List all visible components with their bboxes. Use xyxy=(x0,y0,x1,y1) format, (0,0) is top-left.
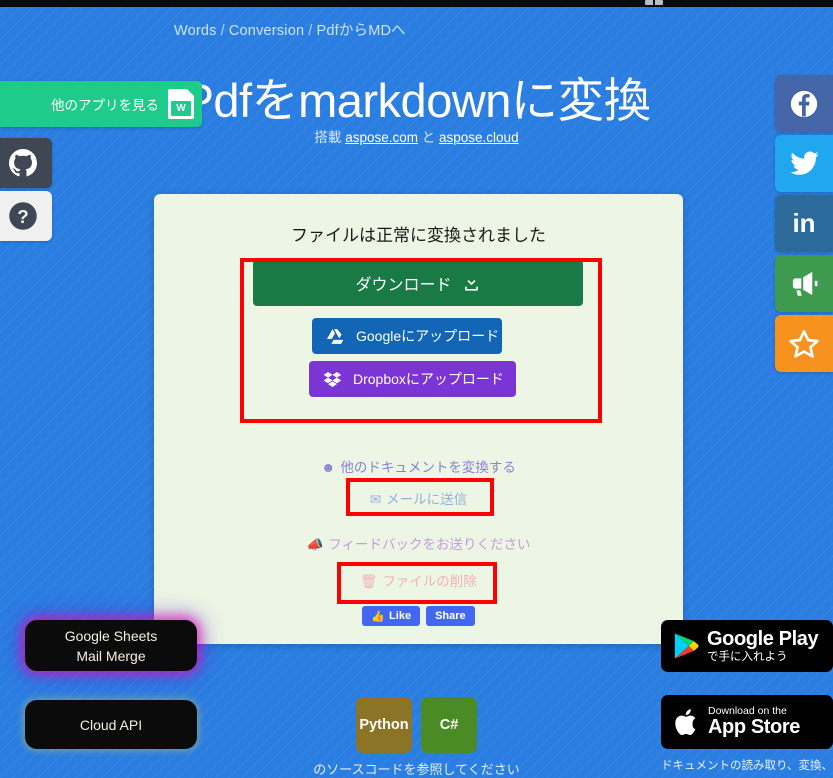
other-apps-label: 他のアプリを見る xyxy=(51,98,159,113)
twitter-icon xyxy=(789,151,819,175)
convert-other-label: 他のドキュメントを変換する xyxy=(340,460,516,475)
page-subtitle: 搭載 aspose.com と aspose.cloud xyxy=(0,126,833,146)
app-store-big-label: App Store xyxy=(708,715,800,738)
google-play-text: Google Play で手に入れよう xyxy=(707,628,819,663)
facebook-social-buttons: 👍 Like Share xyxy=(154,606,683,626)
google-play-big-label: Google Play xyxy=(707,628,819,650)
apple-icon xyxy=(675,708,696,735)
python-source-button[interactable]: Python xyxy=(356,697,412,753)
feedback-label: フィードバックをお送りください xyxy=(328,537,531,552)
github-icon xyxy=(9,149,37,177)
subtitle-prefix: 搭載 xyxy=(314,130,342,145)
csharp-source-button[interactable]: C# xyxy=(421,697,477,753)
app-store-badge[interactable]: Download on the App Store xyxy=(661,695,833,749)
facebook-share-small-button[interactable]: Share xyxy=(426,606,475,626)
breadcrumb-item-words[interactable]: Words xyxy=(174,23,217,39)
browser-chrome-strip xyxy=(0,0,833,7)
announcement-button[interactable] xyxy=(775,255,833,312)
google-sheets-mail-merge-pill[interactable]: Google Sheets Mail Merge xyxy=(25,620,197,671)
app-store-text: Download on the App Store xyxy=(708,705,800,739)
breadcrumb-item-conversion[interactable]: Conversion xyxy=(229,23,304,39)
csharp-label: C# xyxy=(439,717,459,733)
word-document-icon: W xyxy=(168,89,194,119)
linkedin-icon: in xyxy=(792,208,816,238)
svg-text:?: ? xyxy=(17,206,28,227)
github-button[interactable] xyxy=(0,138,52,188)
thumbs-up-icon: 👍 xyxy=(371,610,386,623)
smiley-face-icon: ☻ xyxy=(321,460,336,475)
facebook-share-button[interactable] xyxy=(775,75,833,132)
social-share-rail: in xyxy=(775,75,833,375)
megaphone-icon xyxy=(792,271,817,296)
chrome-fragment-icon xyxy=(645,0,663,5)
bottom-caption: ドキュメントの読み取り、変換、マージ、分 xyxy=(661,760,833,772)
pill-sheets-line1: Google Sheets xyxy=(64,627,158,644)
google-play-small-label: で手に入れよう xyxy=(707,650,788,663)
aspose-cloud-link[interactable]: aspose.cloud xyxy=(439,130,519,145)
megaphone-icon: 📣 xyxy=(306,537,324,552)
question-mark-icon: ? xyxy=(9,202,37,230)
facebook-like-button[interactable]: 👍 Like xyxy=(362,606,421,626)
facebook-share-label: Share xyxy=(435,610,466,622)
word-doc-letter: W xyxy=(171,101,191,116)
pill-cloudapi-line1: Cloud API xyxy=(79,716,143,733)
cloud-api-pill[interactable]: Cloud API xyxy=(25,700,197,749)
highlight-box-delete-file xyxy=(337,562,497,604)
pill-sheets-line2: Mail Merge xyxy=(76,647,146,664)
aspose-com-link[interactable]: aspose.com xyxy=(345,130,418,145)
convert-other-document-link[interactable]: ☻ 他のドキュメントを変換する xyxy=(154,456,683,476)
favorite-button[interactable] xyxy=(775,315,833,372)
breadcrumb-separator-2: / xyxy=(308,23,313,39)
python-label: Python xyxy=(359,717,409,733)
facebook-icon xyxy=(790,90,818,117)
feedback-link[interactable]: 📣 フィードバックをお送りください xyxy=(154,533,683,553)
linkedin-share-button[interactable]: in xyxy=(775,195,833,252)
other-apps-button[interactable]: 他のアプリを見る W xyxy=(0,81,202,127)
success-message: ファイルは正常に変換されました xyxy=(291,226,546,245)
help-button[interactable]: ? xyxy=(0,191,52,241)
twitter-share-button[interactable] xyxy=(775,135,833,192)
facebook-like-label: Like xyxy=(389,610,412,622)
star-icon xyxy=(789,329,819,358)
subtitle-conjunction: と xyxy=(421,130,436,145)
google-play-badge[interactable]: Google Play で手に入れよう xyxy=(661,620,833,672)
breadcrumb-separator-1: / xyxy=(220,23,225,39)
highlight-box-send-email xyxy=(346,478,494,516)
breadcrumb: Words / Conversion / PdfからMDへ xyxy=(174,19,406,40)
google-play-icon xyxy=(674,633,699,659)
breadcrumb-item-current: PdfからMDへ xyxy=(316,23,406,39)
highlight-box-download-actions xyxy=(240,258,602,423)
